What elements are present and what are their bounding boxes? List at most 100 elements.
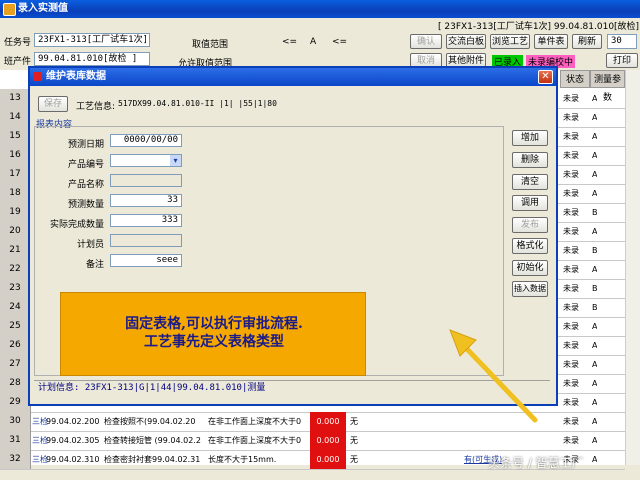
row-status: 未录 <box>563 246 579 255</box>
row-desc: 检查按照不(99.04.02.20 <box>104 417 196 426</box>
refresh-button[interactable]: 刷新 <box>572 34 602 49</box>
pred-qty-label: 预测数量 <box>67 200 104 210</box>
row-number: 26 <box>0 336 31 355</box>
row-status: 未录 <box>563 170 579 179</box>
main-window-title: 录入实测值 <box>18 3 68 14</box>
row-status: 未录 <box>563 341 579 350</box>
row-param: A <box>592 379 598 388</box>
remark-label: 备注 <box>85 260 104 270</box>
publish-button[interactable]: 发布 <box>512 217 548 233</box>
delete-button[interactable]: 删除 <box>512 152 548 168</box>
table-row[interactable]: 31 三检 99.04.02.305 检查转接短管 (99.04.02.2 在非工作面上… <box>0 431 625 451</box>
browse-craft-button[interactable]: 浏览工艺 <box>490 34 530 49</box>
row-param: A <box>592 436 598 445</box>
row-number: 18 <box>0 184 31 203</box>
actual-qty-input[interactable]: 333 <box>110 214 182 227</box>
row-number: 23 <box>0 279 31 298</box>
row-param: A <box>592 398 598 407</box>
product-label: 班产件 <box>4 57 32 67</box>
row-number: 13 <box>0 89 31 108</box>
planner-field <box>110 234 182 247</box>
row-status: 未录 <box>563 284 579 293</box>
task-label: 任务号 <box>4 38 32 48</box>
col-header-status[interactable]: 状态 <box>560 70 590 88</box>
date-input[interactable]: 0000/00/00 <box>110 134 182 147</box>
range-label: 取值范围 <box>192 40 229 50</box>
row-number: 29 <box>0 393 31 412</box>
actual-qty-label: 实际完成数量 <box>49 220 104 230</box>
row-number: 22 <box>0 260 31 279</box>
row-status: 未录 <box>563 151 579 160</box>
print-button[interactable]: 打印 <box>606 53 638 68</box>
row-value[interactable]: 0.000 <box>310 431 346 450</box>
confirm-button[interactable]: 确认 <box>410 34 442 49</box>
format-button[interactable]: 格式化 <box>512 238 548 254</box>
row-param: A <box>592 360 598 369</box>
remark-input[interactable]: seee <box>110 254 182 267</box>
row-status: 未录 <box>563 379 579 388</box>
single-table-button[interactable]: 单件表 <box>534 34 568 49</box>
row-status: 未录 <box>563 322 579 331</box>
product-field[interactable]: 99.04.81.010[故检 ] <box>34 52 150 66</box>
dialog-icon <box>33 72 42 81</box>
row-status: 未录 <box>563 360 579 369</box>
row-number: 32 <box>0 450 31 469</box>
row-cond: 长度不大于15mm. <box>208 455 277 464</box>
dialog-title: 维护表库数据 <box>46 71 106 82</box>
row-param: A <box>592 322 598 331</box>
row-param: A <box>592 151 598 160</box>
row-code: 99.04.02.305 <box>46 436 100 445</box>
product-name-label: 产品名称 <box>67 180 104 190</box>
row-number: 27 <box>0 355 31 374</box>
vertical-scrollbar[interactable] <box>625 70 640 465</box>
range-op3: <= <box>332 37 348 47</box>
annotation-arrow <box>449 329 538 423</box>
row-param: B <box>592 208 598 217</box>
app-icon <box>3 3 16 16</box>
call-button[interactable]: 调用 <box>512 195 548 211</box>
row-status: 未录 <box>563 94 579 103</box>
pred-qty-input[interactable]: 33 <box>110 194 182 207</box>
row-desc: 检查密封衬套99.04.02.31 <box>104 455 201 464</box>
row-param: A <box>592 132 598 141</box>
close-icon[interactable]: ✕ <box>538 70 553 84</box>
page-size-spinner[interactable]: 30 <box>607 34 637 49</box>
insert-data-button[interactable]: 插入数据 <box>512 281 548 297</box>
task-field[interactable]: 23FX1-313[工厂试车1次] <box>34 33 150 47</box>
range-a1: A <box>310 37 317 47</box>
row-status: 未录 <box>563 398 579 407</box>
row-yn: 无 <box>350 436 358 445</box>
whiteboard-button[interactable]: 交流白板 <box>446 34 486 49</box>
annotation-note-text: 固定表格,可以执行审批流程. 工艺事先定义表格类型 <box>61 315 367 351</box>
row-number: 31 <box>0 431 31 450</box>
add-button[interactable]: 增加 <box>512 130 548 146</box>
row-number: 21 <box>0 241 31 260</box>
row-number: 30 <box>0 412 31 431</box>
row-param: A <box>592 341 598 350</box>
row-cond: 在非工作面上深度不大于0 <box>208 417 302 426</box>
row-number: 20 <box>0 222 31 241</box>
row-status: 未录 <box>563 132 579 141</box>
row-value[interactable]: 0.000 <box>310 412 346 431</box>
annotation-line-1: 固定表格,可以执行审批流程. <box>125 316 303 332</box>
row-status: 未录 <box>563 303 579 312</box>
row-value[interactable]: 0.000 <box>310 450 346 469</box>
row-param: A <box>592 417 598 426</box>
product-no-label: 产品编号 <box>67 160 104 170</box>
row-desc: 检查转接短管 (99.04.02.2 <box>104 436 201 445</box>
chevron-down-icon[interactable]: ▾ <box>170 155 181 166</box>
save-button[interactable]: 保存 <box>38 96 68 112</box>
row-number: 19 <box>0 203 31 222</box>
row-status: 未录 <box>563 417 579 426</box>
row-number: 24 <box>0 298 31 317</box>
initialize-button[interactable]: 初始化 <box>512 260 548 276</box>
info-line: [ 23FX1-313[工厂试车1次] 99.04.81.010[故检] <box>438 22 640 32</box>
row-cond: 在非工作面上深度不大于0 <box>208 436 302 445</box>
clear-button[interactable]: 清空 <box>512 174 548 190</box>
row-code: 99.04.02.200 <box>46 417 100 426</box>
row-number: 17 <box>0 165 31 184</box>
row-status: 未录 <box>563 265 579 274</box>
col-header-params[interactable]: 测量参数 <box>590 70 625 103</box>
dialog-title-bar: 维护表库数据 <box>30 68 556 86</box>
row-param: B <box>592 303 598 312</box>
